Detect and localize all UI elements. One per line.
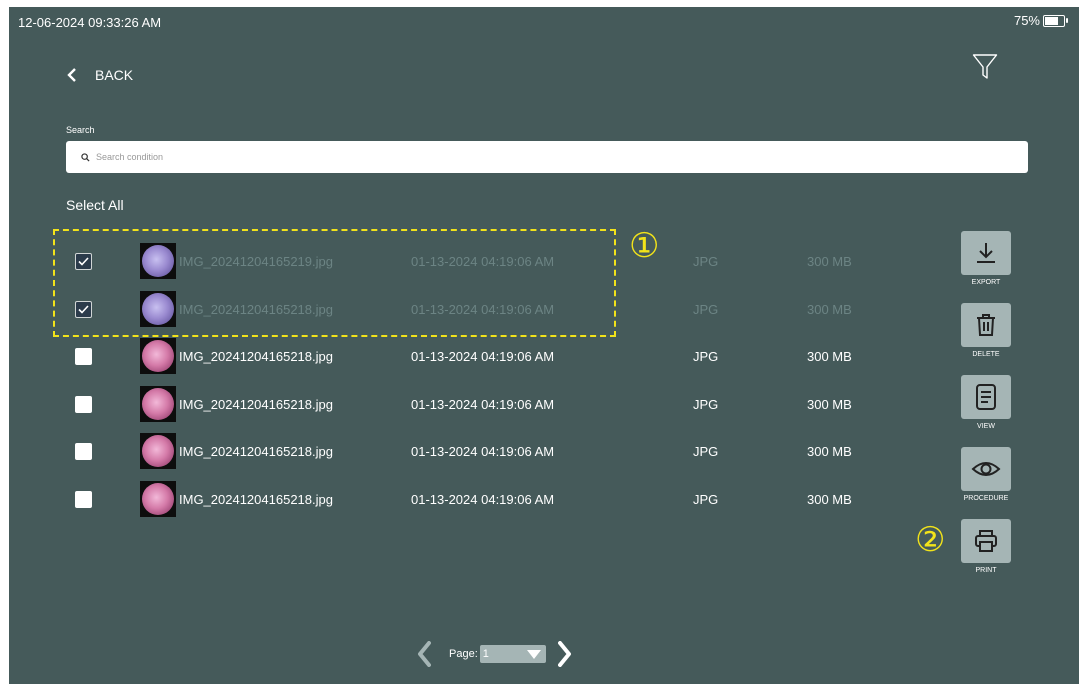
file-name: IMG_20241204165219.jpg: [179, 254, 333, 269]
file-type: JPG: [693, 349, 719, 364]
prev-page-icon[interactable]: [417, 641, 431, 667]
file-date: 01-13-2024 04:19:06 AM: [411, 396, 555, 412]
row-checkbox[interactable]: [75, 300, 92, 318]
search-box[interactable]: [66, 141, 1028, 173]
row-checkbox[interactable]: [75, 490, 92, 508]
chevron-left-icon: [67, 68, 76, 82]
print-button[interactable]: PRINT: [961, 519, 1011, 574]
printer-icon: [961, 519, 1011, 563]
battery-status: 75%: [1013, 13, 1068, 28]
file-date: 01-13-2024 04:19:06 AM: [411, 254, 555, 269]
file-name: IMG_20241204165218.jpg: [179, 491, 333, 507]
file-row[interactable]: IMG_20241204165218.jpg 01-13-2024 04:19:0…: [9, 290, 949, 327]
file-date: 01-13-2024 04:19:06 AM: [411, 301, 555, 317]
row-checkbox[interactable]: [75, 395, 92, 413]
file-size: 300 MB: [807, 254, 852, 269]
file-row[interactable]: IMG_20241204165218.jpg 01-13-2024 04:19:0…: [9, 385, 949, 422]
screen: 12-06-2024 09:33:26 AM 75% BACK Search S…: [9, 7, 1079, 684]
callout-1: ①: [629, 227, 660, 265]
view-button[interactable]: VIEW: [961, 375, 1011, 430]
file-type: JPG: [693, 396, 719, 412]
export-label: EXPORT: [971, 279, 1001, 286]
callout-2: ②: [915, 521, 946, 559]
image-thumbnail[interactable]: [140, 480, 176, 517]
battery-percent: 75%: [1013, 13, 1040, 28]
back-button[interactable]: BACK: [67, 67, 133, 83]
eye-icon: [961, 447, 1011, 491]
checkmark-icon: [78, 304, 89, 314]
pagination: Page: 1: [417, 641, 572, 667]
image-thumbnail[interactable]: [140, 243, 176, 279]
file-name: IMG_20241204165218.jpg: [179, 396, 333, 412]
file-type: JPG: [693, 491, 719, 507]
procedure-label: PROCEDURE: [963, 495, 1009, 502]
back-label: BACK: [95, 67, 134, 83]
row-checkbox[interactable]: [75, 348, 92, 365]
row-checkbox[interactable]: [75, 443, 92, 460]
trash-icon: [961, 303, 1011, 347]
status-datetime: 12-06-2024 09:33:26 AM: [18, 15, 162, 30]
delete-label: DELETE: [972, 351, 1000, 358]
page-label: Page:: [449, 648, 478, 660]
page-select-value: 1: [482, 648, 489, 660]
procedure-button[interactable]: PROCEDURE: [961, 447, 1011, 502]
battery-icon: [1043, 14, 1068, 27]
document-icon: [961, 375, 1011, 419]
export-button[interactable]: EXPORT: [961, 231, 1011, 286]
print-label: PRINT: [975, 567, 997, 574]
file-row[interactable]: IMG_20241204165218.jpg 01-13-2024 04:19:0…: [9, 338, 949, 374]
row-checkbox[interactable]: [75, 253, 92, 270]
file-row[interactable]: IMG_20241204165218.jpg 01-13-2024 04:19:0…: [9, 433, 949, 469]
file-name: IMG_20241204165218.jpg: [179, 301, 333, 317]
image-thumbnail[interactable]: [140, 338, 176, 374]
checkmark-icon: [78, 257, 89, 266]
next-page-icon[interactable]: [557, 641, 572, 667]
download-icon: [961, 231, 1011, 275]
file-row[interactable]: IMG_20241204165219.jpg 01-13-2024 04:19:0…: [9, 243, 949, 279]
search-input[interactable]: [96, 152, 496, 162]
file-date: 01-13-2024 04:19:06 AM: [411, 444, 555, 459]
file-size: 300 MB: [807, 396, 852, 412]
search-icon: [81, 152, 90, 162]
caret-down-icon: [526, 650, 541, 659]
image-thumbnail[interactable]: [140, 385, 176, 422]
filter-icon[interactable]: [972, 53, 998, 81]
search-label: Search: [66, 125, 95, 135]
page-select[interactable]: 1: [479, 645, 546, 663]
file-date: 01-13-2024 04:19:06 AM: [411, 491, 555, 507]
file-size: 300 MB: [807, 301, 852, 317]
file-type: JPG: [693, 444, 719, 459]
file-name: IMG_20241204165218.jpg: [179, 349, 333, 364]
file-size: 300 MB: [807, 349, 852, 364]
file-name: IMG_20241204165218.jpg: [179, 444, 333, 459]
view-label: VIEW: [977, 423, 995, 430]
delete-button[interactable]: DELETE: [961, 303, 1011, 358]
select-all-button[interactable]: Select All: [66, 197, 124, 213]
image-thumbnail[interactable]: [140, 290, 176, 327]
file-type: JPG: [693, 301, 719, 317]
file-row[interactable]: IMG_20241204165218.jpg 01-13-2024 04:19:0…: [9, 480, 949, 517]
file-type: JPG: [693, 254, 719, 269]
file-size: 300 MB: [807, 444, 852, 459]
file-size: 300 MB: [807, 491, 852, 507]
file-date: 01-13-2024 04:19:06 AM: [411, 349, 555, 364]
image-thumbnail[interactable]: [140, 433, 176, 469]
